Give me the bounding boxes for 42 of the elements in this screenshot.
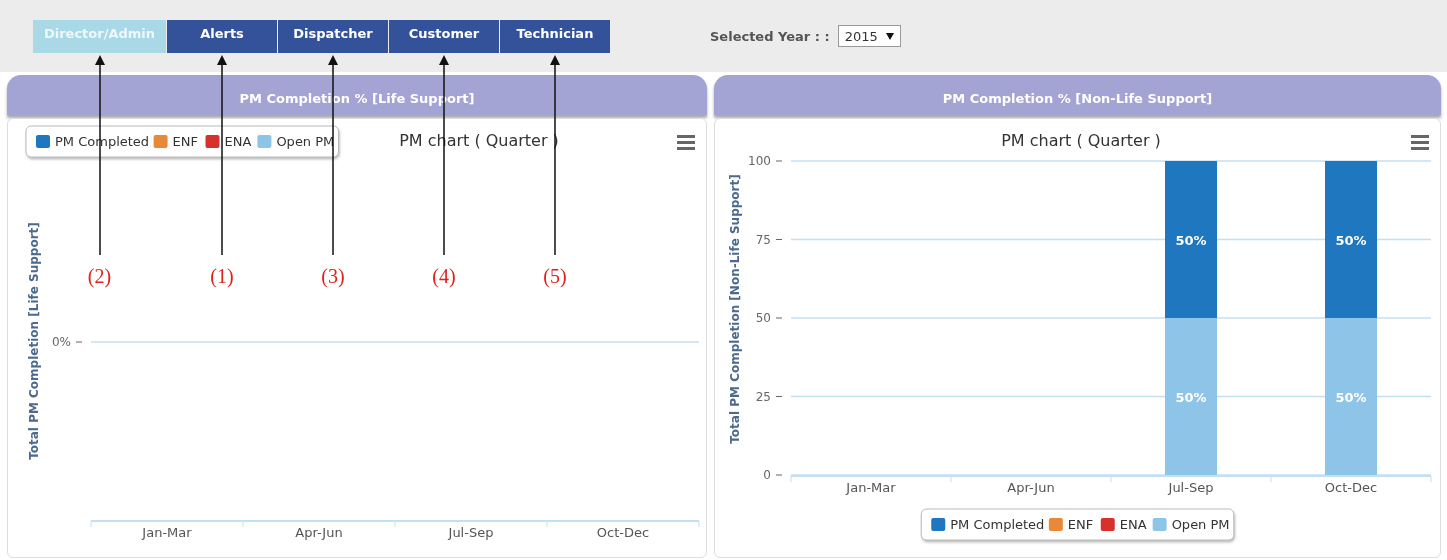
data-label: 50% [1335,232,1367,248]
axis-label: 0 [763,468,771,482]
axis-title: Total PM Completion [Non-Life Support] [728,174,742,444]
axis-label: 100 [748,154,771,168]
legend-item[interactable]: ENA [224,134,252,149]
tab[interactable]: Dispatcher [278,20,388,53]
annotation-label: (4) [432,265,456,288]
data-label: 50% [1335,389,1367,405]
year-select[interactable]: 2015 [837,25,901,47]
menu-icon[interactable] [677,135,695,150]
axis-label: Oct-Dec [1324,480,1378,495]
menu-icon[interactable] [1411,135,1429,150]
legend-item[interactable]: ENA [1119,517,1147,532]
annotation-label: (2) [87,265,112,288]
tab[interactable]: Customer [389,20,499,53]
tab[interactable]: Technician [500,20,610,53]
annotation-label: (3) [321,265,345,288]
axis-title: Total PM Completion [Life Support] [27,222,41,460]
axis-label: 0% [51,335,71,349]
legend-item[interactable]: ENF [1067,517,1094,532]
annotation-label: (5) [543,265,567,288]
axis-label: Apr-Jun [295,525,343,540]
annotation-label: (1) [210,265,234,288]
data-label: 50% [1175,232,1207,248]
legend-item[interactable]: ENF [172,134,198,149]
axis-label: 75 [755,232,771,247]
tab[interactable]: Alerts [167,20,277,53]
panel-header: PM Completion % [Non-Life Support] [714,75,1441,115]
axis-label: Apr-Jun [1007,480,1055,495]
legend-item[interactable]: PM Completed [950,517,1045,532]
chart-title: PM chart ( Quarter ) [1001,131,1161,150]
axis-label: Jul-Sep [1168,480,1214,495]
legend-item[interactable]: Open PM [1171,517,1230,532]
axis-label: Jan-Mar [846,480,896,495]
year-label: Selected Year : : [710,28,830,44]
data-label: 50% [1175,389,1207,405]
axis-label: Oct-Dec [596,525,650,540]
axis-label: Jan-Mar [142,525,192,540]
caret-icon [885,32,894,40]
axis-label: 50 [755,311,771,325]
axis-label: Jul-Sep [448,525,494,540]
axis-label: 25 [755,389,771,404]
